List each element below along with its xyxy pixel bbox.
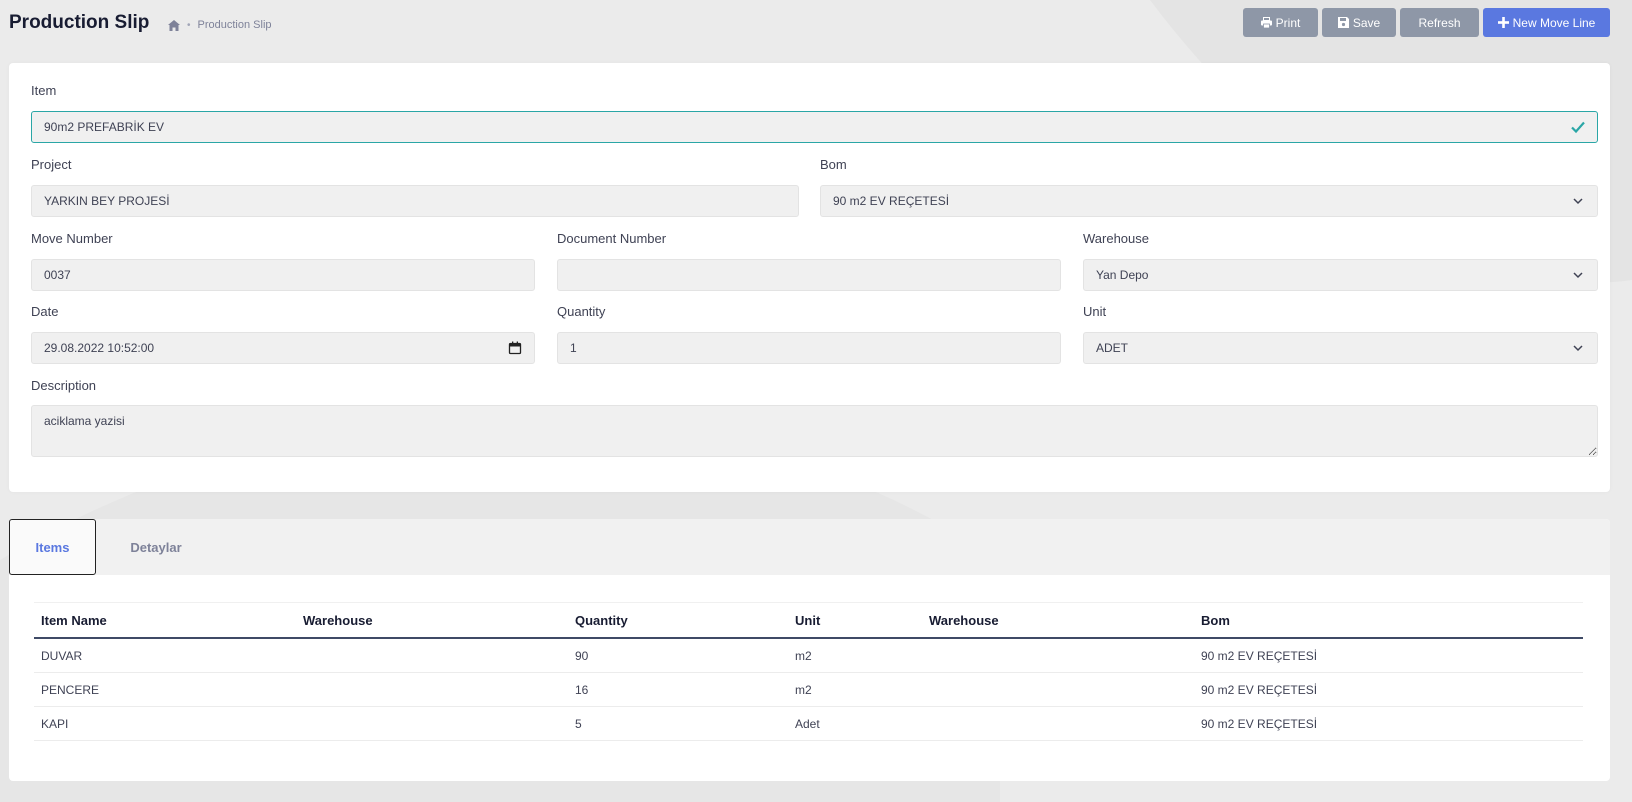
table-cell: m2 <box>788 638 922 673</box>
table-cell: 90 m2 EV REÇETESİ <box>1194 638 1583 673</box>
project-value: YARKIN BEY PROJESİ <box>44 194 170 208</box>
warehouse-label: Warehouse <box>1083 231 1149 246</box>
warehouse-select[interactable]: Yan Depo <box>1083 259 1598 291</box>
column-header[interactable]: Item Name <box>34 602 296 639</box>
move-number-label: Move Number <box>31 231 113 246</box>
tabs-panel: Items Detaylar Item Name Warehouse Quant… <box>9 519 1610 781</box>
quantity-label: Quantity <box>557 304 606 319</box>
table-cell: 90 m2 EV REÇETESİ <box>1194 672 1583 707</box>
table-cell: DUVAR <box>34 638 296 673</box>
plus-icon <box>1497 17 1509 28</box>
project-input[interactable]: YARKIN BEY PROJESİ <box>31 185 799 217</box>
tab-detaylar[interactable]: Detaylar <box>101 519 211 575</box>
new-move-line-button-label: New Move Line <box>1512 15 1596 30</box>
tab-items[interactable]: Items <box>9 519 96 575</box>
print-button[interactable]: Print <box>1243 8 1318 37</box>
column-header[interactable]: Warehouse <box>296 602 568 639</box>
document-number-input[interactable] <box>557 259 1061 291</box>
table-cell: PENCERE <box>34 672 296 707</box>
bom-label: Bom <box>820 157 847 172</box>
breadcrumb-current: Production Slip <box>197 19 272 31</box>
printer-icon <box>1260 17 1272 28</box>
production-slip-form: Item 90m2 PREFABRİK EV Project YARKIN BE… <box>9 63 1610 492</box>
unit-label: Unit <box>1083 304 1107 319</box>
table-cell <box>922 638 1194 673</box>
description-label: Description <box>31 378 97 393</box>
table-cell <box>296 672 568 707</box>
document-number-label: Document Number <box>557 231 667 246</box>
table-row[interactable]: PENCERE 16 m2 90 m2 EV REÇETESİ <box>34 672 1583 707</box>
table-row[interactable]: DUVAR 90 m2 90 m2 EV REÇETESİ <box>34 638 1583 673</box>
page-header: Production Slip • Production Slip Print … <box>0 0 1632 50</box>
item-value: 90m2 PREFABRİK EV <box>44 120 165 134</box>
table-cell: m2 <box>788 672 922 707</box>
unit-select[interactable]: ADET <box>1083 332 1598 364</box>
quantity-input[interactable]: 1 <box>557 332 1061 364</box>
save-button[interactable]: Save <box>1322 8 1396 37</box>
table-cell: 5 <box>568 706 788 741</box>
check-icon <box>1571 121 1585 134</box>
item-label: Item <box>31 83 57 98</box>
home-icon[interactable] <box>168 19 180 31</box>
table-cell <box>296 706 568 741</box>
table-cell <box>922 672 1194 707</box>
breadcrumb-separator: • <box>187 19 191 31</box>
toolbar: Print Save Refresh New Move Line <box>1243 8 1610 37</box>
save-button-label: Save <box>1352 15 1381 30</box>
column-header[interactable]: Unit <box>788 602 922 639</box>
chevron-down-icon <box>1573 272 1583 279</box>
bom-select[interactable]: 90 m2 EV REÇETESİ <box>820 185 1598 217</box>
date-input[interactable]: 29.08.2022 10:52:00 <box>31 332 535 364</box>
table-cell: Adet <box>788 706 922 741</box>
new-move-line-button[interactable]: New Move Line <box>1483 8 1610 37</box>
chevron-down-icon <box>1573 345 1583 352</box>
refresh-button[interactable]: Refresh <box>1400 8 1479 37</box>
description-textarea[interactable]: aciklama yazisi <box>31 405 1598 457</box>
table-cell: 16 <box>568 672 788 707</box>
item-input[interactable]: 90m2 PREFABRİK EV <box>31 111 1598 143</box>
table-cell <box>296 638 568 673</box>
breadcrumb: • Production Slip <box>168 19 272 31</box>
refresh-button-label: Refresh <box>1418 15 1461 30</box>
column-header[interactable]: Bom <box>1194 602 1583 639</box>
table-row[interactable]: KAPI 5 Adet 90 m2 EV REÇETESİ <box>34 706 1583 741</box>
tab-bar: Items Detaylar <box>9 519 1610 575</box>
column-header[interactable]: Quantity <box>568 602 788 639</box>
table-cell: KAPI <box>34 706 296 741</box>
table-cell <box>922 706 1194 741</box>
move-number-input[interactable]: 0037 <box>31 259 535 291</box>
date-label: Date <box>31 304 59 319</box>
chevron-down-icon <box>1573 198 1583 205</box>
floppy-icon <box>1337 17 1349 28</box>
column-header[interactable]: Warehouse <box>922 602 1194 639</box>
project-label: Project <box>31 157 72 172</box>
quantity-value: 1 <box>570 341 577 355</box>
page-title: Production Slip <box>9 12 150 33</box>
date-value: 29.08.2022 10:52:00 <box>44 341 155 355</box>
unit-value: ADET <box>1096 341 1129 355</box>
calendar-icon[interactable] <box>508 341 522 355</box>
items-table: Item Name Warehouse Quantity Unit Wareho… <box>34 602 1583 741</box>
move-number-value: 0037 <box>44 268 71 282</box>
table-header-row: Item Name Warehouse Quantity Unit Wareho… <box>34 602 1583 639</box>
table-cell: 90 <box>568 638 788 673</box>
bom-value: 90 m2 EV REÇETESİ <box>833 194 950 208</box>
warehouse-value: Yan Depo <box>1096 268 1149 282</box>
print-button-label: Print <box>1275 15 1301 30</box>
table-cell: 90 m2 EV REÇETESİ <box>1194 706 1583 741</box>
